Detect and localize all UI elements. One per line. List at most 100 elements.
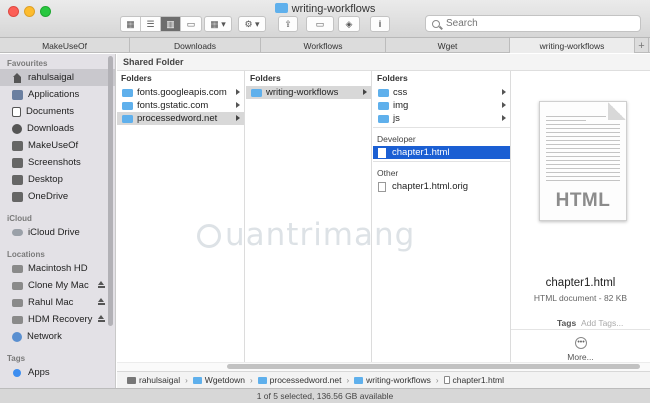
path-separator: ›	[346, 375, 350, 385]
thumbnail-label: HTML	[555, 190, 611, 211]
column-view-button[interactable]: ▥	[161, 17, 181, 31]
sidebar-item-icloud-drive[interactable]: iCloud Drive	[0, 224, 115, 241]
sidebar-item-clone-my-mac[interactable]: Clone My Mac	[0, 277, 115, 294]
document-icon	[443, 376, 450, 384]
search-input[interactable]	[446, 18, 626, 29]
path-separator: ›	[185, 375, 188, 385]
cloud-icon	[12, 229, 23, 236]
sidebar-item-rahul-mac[interactable]: Rahul Mac	[0, 294, 115, 311]
search-icon	[432, 19, 440, 28]
tab-wget[interactable]: Wget	[386, 38, 510, 53]
html-file-icon	[378, 147, 386, 158]
path-item-chapter1[interactable]: chapter1.html	[443, 375, 504, 385]
disk-icon	[12, 315, 23, 324]
documents-icon	[12, 106, 21, 117]
window-title: writing-workflows	[0, 3, 650, 15]
folder-icon	[378, 88, 389, 97]
list-item[interactable]: fonts.gstatic.com	[117, 99, 244, 112]
horizontal-scrollbar[interactable]	[227, 364, 640, 369]
group-by-button[interactable]: ▦ ▾	[204, 16, 232, 32]
main-browser: Shared Folder Folders fonts.googleapis.c…	[117, 54, 650, 388]
sidebar-item-applications[interactable]: Applications	[0, 86, 115, 103]
sidebar-item-documents[interactable]: Documents	[0, 103, 115, 120]
divider	[373, 161, 510, 162]
list-item[interactable]: writing-workflows	[246, 86, 371, 99]
tab-downloads[interactable]: Downloads	[130, 38, 261, 53]
gallery-view-button[interactable]: ▭	[181, 17, 201, 31]
folder-icon	[122, 114, 133, 123]
desktop-icon	[12, 174, 23, 185]
window-toolbar: writing-workflows ▦ ☰ ▥ ▭ ▦ ▾ ⚙ ▾ ⇪ ▭ ◈ …	[0, 0, 650, 38]
search-field[interactable]	[425, 15, 641, 32]
tag-blue-icon	[13, 368, 21, 377]
add-tags-field[interactable]: Add Tags...	[581, 318, 623, 328]
sidebar-section-icloud: iCloud	[7, 214, 32, 223]
list-item[interactable]: css	[373, 86, 510, 99]
disk-icon	[12, 298, 23, 307]
list-item[interactable]: fonts.googleapis.com	[117, 86, 244, 99]
sidebar-item-screenshots[interactable]: Screenshots	[0, 154, 115, 171]
list-item[interactable]: img	[373, 99, 510, 112]
eject-icon[interactable]	[98, 298, 105, 306]
list-item[interactable]: chapter1.html.orig	[373, 180, 510, 193]
sidebar-scrollbar[interactable]	[108, 56, 113, 326]
list-view-button[interactable]: ☰	[141, 17, 161, 31]
column-header: Folders	[121, 73, 152, 83]
folder-icon	[12, 140, 23, 151]
folder-icon	[274, 3, 288, 13]
sidebar-item-tag-apps[interactable]: Apps	[0, 364, 115, 381]
preview-pane: HTML chapter1.html HTML document - 82 KB…	[511, 71, 650, 362]
folder-icon	[12, 157, 23, 168]
preview-filename: chapter1.html	[545, 277, 616, 289]
tab-makeuseof[interactable]: MakeUseOf	[0, 38, 130, 53]
sidebar-section-locations: Locations	[7, 250, 45, 259]
sidebar-item-network[interactable]: Network	[0, 328, 115, 345]
folder-icon	[378, 101, 389, 110]
folder-icon	[122, 101, 133, 110]
share-button[interactable]: ⇪	[278, 16, 298, 32]
sidebar-item-macintosh-hd[interactable]: Macintosh HD	[0, 260, 115, 277]
sidebar-item-makeuseof[interactable]: MakeUseOf	[0, 137, 115, 154]
eject-icon[interactable]	[98, 281, 105, 289]
icon-view-button[interactable]: ▦	[121, 17, 141, 31]
file-thumbnail: HTML	[539, 101, 627, 221]
arrange-button[interactable]: ◈	[338, 16, 360, 32]
home-icon	[127, 376, 136, 384]
downloads-icon	[12, 123, 22, 134]
path-item-processedword[interactable]: processedword.net	[257, 375, 341, 385]
status-bar: 1 of 5 selected, 136.56 GB available	[0, 388, 650, 403]
shared-folder-header: Shared Folder	[117, 54, 650, 71]
disk-icon	[12, 264, 23, 273]
chevron-right-icon	[236, 115, 240, 121]
edit-tags-button[interactable]: ▭	[306, 16, 334, 32]
sidebar-item-onedrive[interactable]: OneDrive	[0, 188, 115, 205]
tags-label: Tags	[557, 318, 577, 328]
get-info-button[interactable]: i	[370, 16, 390, 32]
path-item-rahulsaigal[interactable]: rahulsaigal	[127, 375, 180, 385]
list-item[interactable]: js	[373, 112, 510, 125]
new-tab-button[interactable]: +	[635, 38, 649, 53]
action-button[interactable]: ⚙ ▾	[238, 16, 266, 32]
share-icon: ⇪	[284, 18, 292, 29]
more-button[interactable]: More...	[511, 352, 650, 362]
gear-icon: ⚙ ▾	[244, 18, 260, 29]
group-grid-icon: ▦ ▾	[210, 18, 226, 29]
watermark-logo-icon	[197, 224, 221, 248]
folder-icon	[251, 88, 262, 97]
path-item-wgetdown[interactable]: Wgetdown	[192, 375, 245, 385]
list-item-selected[interactable]: chapter1.html	[373, 146, 510, 159]
tab-workflows[interactable]: Workflows	[261, 38, 386, 53]
path-bar: rahulsaigal › Wgetdown › processedword.n…	[117, 371, 650, 388]
list-item[interactable]: processedword.net	[117, 112, 244, 125]
sidebar-item-hdm-recovery[interactable]: HDM Recovery	[0, 311, 115, 328]
tab-writing-workflows[interactable]: writing-workflows	[510, 38, 635, 53]
eject-icon[interactable]	[98, 315, 105, 323]
sidebar-item-desktop[interactable]: Desktop	[0, 171, 115, 188]
page-fold	[608, 102, 626, 120]
sidebar-item-rahulsaigal[interactable]: rahulsaigal	[0, 69, 115, 86]
folder-icon	[378, 114, 389, 123]
sidebar-item-downloads[interactable]: Downloads	[0, 120, 115, 137]
path-item-writing-workflows[interactable]: writing-workflows	[354, 375, 431, 385]
more-icon[interactable]: •••	[575, 337, 587, 349]
folder-icon	[354, 376, 364, 384]
